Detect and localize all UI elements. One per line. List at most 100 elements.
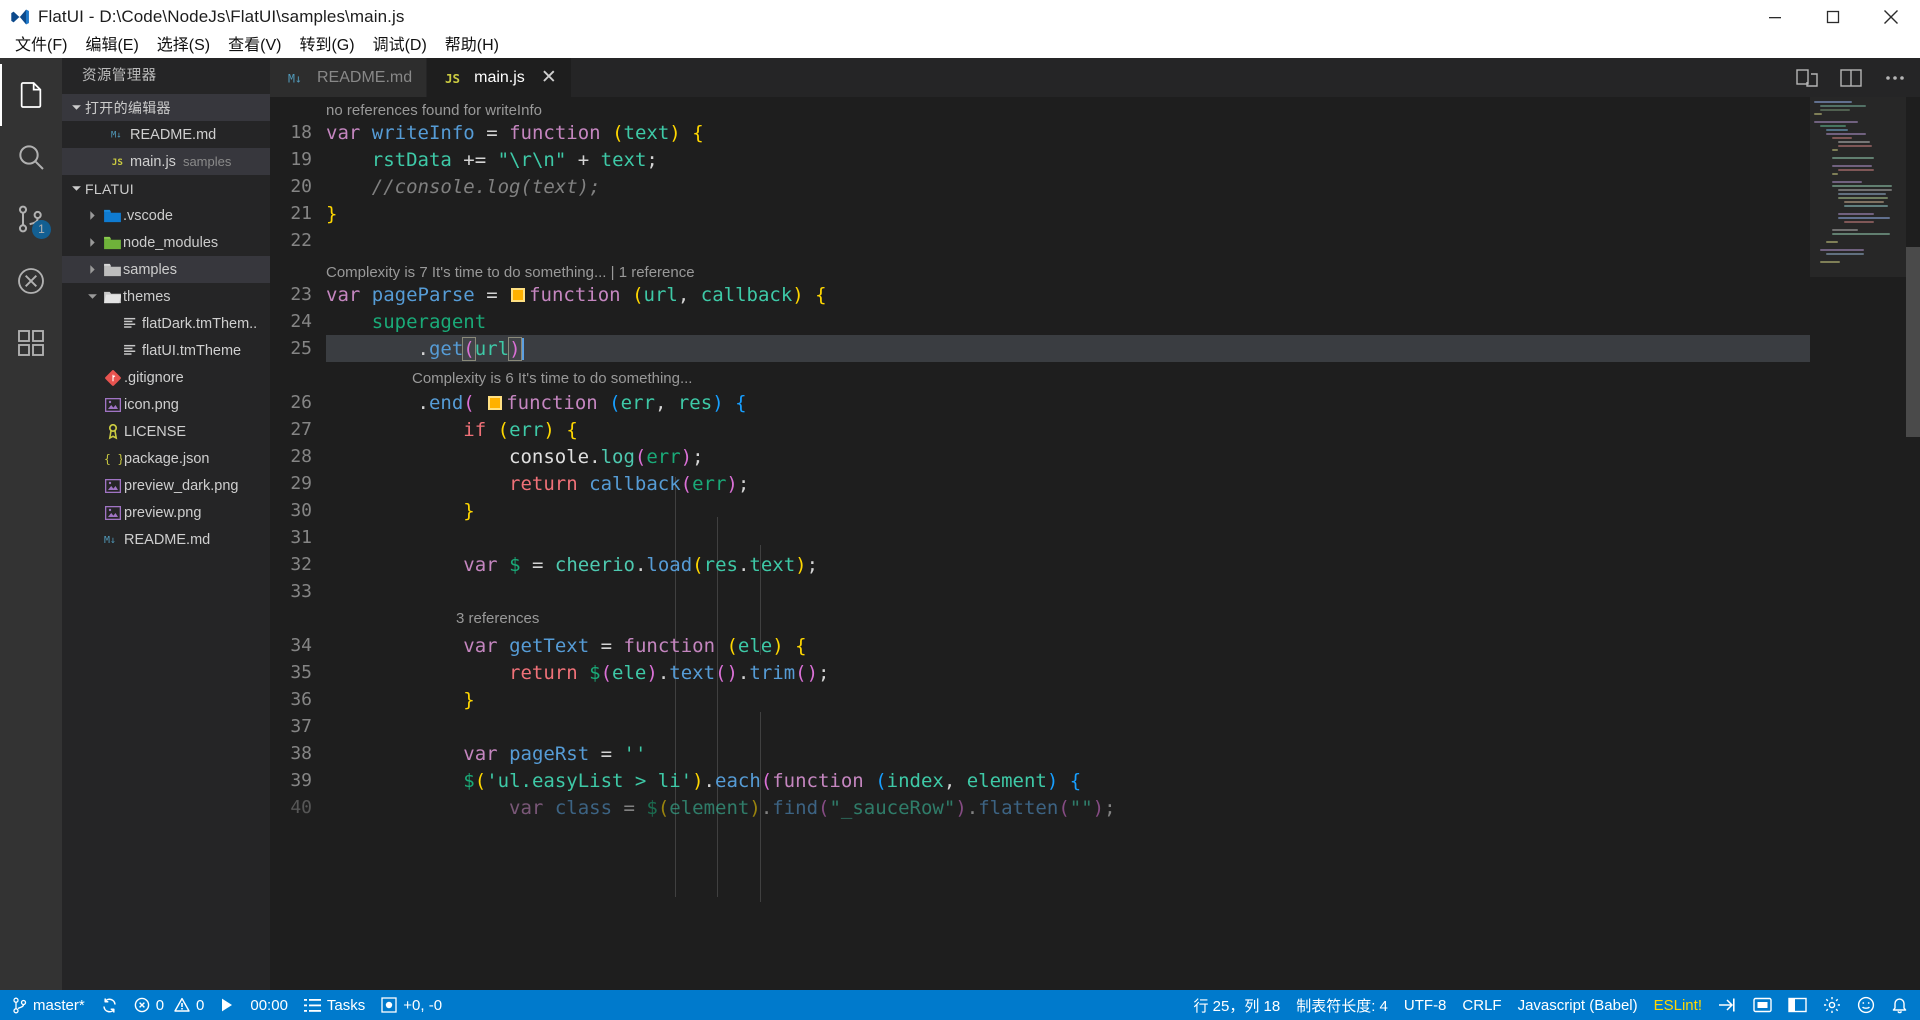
code-line-35: 35 return $(ele).text().trim(); bbox=[270, 659, 1920, 686]
tree-item-flatdark-theme[interactable]: flatDark.tmThem.. bbox=[62, 310, 270, 337]
open-editor-sublabel: samples bbox=[182, 154, 232, 169]
activity-source-control[interactable]: 1 bbox=[0, 188, 62, 250]
tree-item-flatui-theme[interactable]: flatUI.tmTheme bbox=[62, 337, 270, 364]
tab-readme-md[interactable]: M↓ README.md bbox=[270, 58, 428, 97]
status-send-icon[interactable] bbox=[1710, 990, 1745, 1020]
tab-main-js[interactable]: JS main.js ✕ bbox=[427, 58, 572, 97]
more-actions-icon[interactable] bbox=[1882, 65, 1908, 91]
line-content: $('ul.easyList > li').each(function (ind… bbox=[463, 769, 1082, 792]
editor-vertical-scrollbar[interactable] bbox=[1906, 97, 1920, 990]
tree-item-license[interactable]: LICENSE bbox=[62, 418, 270, 445]
window-title: FlatUI - D:\Code\NodeJs\FlatUI\samples\m… bbox=[38, 7, 405, 26]
minimap[interactable] bbox=[1810, 97, 1906, 990]
status-eslint[interactable]: ESLint! bbox=[1646, 990, 1710, 1020]
chevron-right-icon[interactable] bbox=[84, 261, 101, 278]
status-layout-icon[interactable] bbox=[1780, 990, 1815, 1020]
tree-item-label: .vscode bbox=[123, 207, 173, 224]
tree-item-icon-png[interactable]: icon.png bbox=[62, 391, 270, 418]
minimize-button[interactable] bbox=[1746, 0, 1804, 34]
folder-open-icon bbox=[101, 290, 123, 304]
menu-edit[interactable]: 编辑(E) bbox=[76, 34, 147, 58]
tree-item-themes[interactable]: themes bbox=[62, 283, 270, 310]
open-changes-icon[interactable] bbox=[1794, 65, 1820, 91]
line-number: 37 bbox=[290, 716, 312, 738]
tree-item-node-modules[interactable]: node_modules bbox=[62, 229, 270, 256]
menu-view[interactable]: 查看(V) bbox=[219, 34, 290, 58]
activity-extensions[interactable] bbox=[0, 312, 62, 374]
image-icon bbox=[102, 397, 124, 412]
chevron-right-icon[interactable] bbox=[84, 234, 101, 251]
tree-item-label: flatUI.tmTheme bbox=[142, 342, 242, 359]
open-editor-mainjs[interactable]: JS main.js samples bbox=[62, 148, 270, 175]
tree-item-gitignore[interactable]: .gitignore bbox=[62, 364, 270, 391]
tree-item-label: preview.png bbox=[124, 504, 202, 521]
codelens[interactable]: 3 references bbox=[270, 605, 1920, 632]
status-encoding[interactable]: UTF-8 bbox=[1396, 990, 1455, 1020]
play-icon bbox=[220, 997, 234, 1013]
activity-explorer[interactable] bbox=[0, 64, 62, 126]
line-number: 24 bbox=[290, 311, 312, 333]
js-icon: JS bbox=[445, 71, 465, 85]
tree-item-label: preview_dark.png bbox=[124, 477, 239, 494]
line-number: 32 bbox=[290, 554, 312, 576]
folder-grey-icon bbox=[101, 263, 123, 277]
license-icon bbox=[102, 423, 124, 440]
window-controls bbox=[1746, 0, 1920, 34]
line-number: 39 bbox=[290, 770, 312, 792]
tree-item-package-json[interactable]: { } package.json bbox=[62, 445, 270, 472]
error-icon bbox=[134, 997, 150, 1013]
status-cursor-position[interactable]: 行 25，列 18 bbox=[1186, 990, 1289, 1020]
activity-debug[interactable] bbox=[0, 250, 62, 312]
status-bell-icon[interactable] bbox=[1883, 990, 1916, 1020]
status-tasks[interactable]: Tasks bbox=[296, 990, 373, 1020]
status-problems[interactable]: 0 0 bbox=[126, 990, 213, 1020]
status-timer[interactable]: 00:00 bbox=[242, 990, 296, 1020]
git-icon bbox=[102, 369, 124, 386]
status-settings-icon[interactable] bbox=[1815, 990, 1849, 1020]
line-number: 19 bbox=[290, 149, 312, 171]
tree-item-preview-dark-png[interactable]: preview_dark.png bbox=[62, 472, 270, 499]
menu-file[interactable]: 文件(F) bbox=[6, 34, 76, 58]
line-number: 23 bbox=[290, 284, 312, 306]
status-indent[interactable]: 制表符长度: 4 bbox=[1288, 990, 1396, 1020]
close-icon[interactable]: ✕ bbox=[541, 68, 557, 87]
status-diff[interactable]: +0, -0 bbox=[373, 990, 450, 1020]
maximize-button[interactable] bbox=[1804, 0, 1862, 34]
svg-text:{ }: { } bbox=[104, 453, 122, 466]
split-editor-icon[interactable] bbox=[1838, 65, 1864, 91]
status-branch[interactable]: master* bbox=[4, 990, 93, 1020]
theme-file-icon bbox=[120, 344, 142, 357]
close-button[interactable] bbox=[1862, 0, 1920, 34]
menu-help[interactable]: 帮助(H) bbox=[436, 34, 508, 58]
chevron-right-icon[interactable] bbox=[84, 207, 101, 224]
svg-text:M↓: M↓ bbox=[104, 535, 116, 546]
code-line-30: 30 } bbox=[270, 497, 1920, 524]
status-sync[interactable] bbox=[93, 990, 126, 1020]
tree-item-readme[interactable]: M↓ README.md bbox=[62, 526, 270, 553]
menu-debug[interactable]: 调试(D) bbox=[364, 34, 436, 58]
tree-item-samples[interactable]: samples bbox=[62, 256, 270, 283]
editor-tabs: M↓ README.md JS main.js ✕ bbox=[270, 58, 1920, 97]
status-screencast-icon[interactable] bbox=[1745, 990, 1780, 1020]
menu-bar: 文件(F) 编辑(E) 选择(S) 查看(V) 转到(G) 调试(D) 帮助(H… bbox=[0, 34, 1920, 58]
menu-selection[interactable]: 选择(S) bbox=[148, 34, 219, 58]
status-language-mode[interactable]: Javascript (Babel) bbox=[1510, 990, 1646, 1020]
chevron-down-icon[interactable] bbox=[84, 288, 101, 305]
section-project-root[interactable]: FLATUI bbox=[62, 175, 270, 202]
tree-item-preview-png[interactable]: preview.png bbox=[62, 499, 270, 526]
activity-search[interactable] bbox=[0, 126, 62, 188]
status-feedback-icon[interactable] bbox=[1849, 990, 1883, 1020]
status-eol[interactable]: CRLF bbox=[1454, 990, 1509, 1020]
line-content: var pageRst = '' bbox=[463, 742, 647, 765]
status-run[interactable] bbox=[212, 990, 242, 1020]
menu-go[interactable]: 转到(G) bbox=[290, 34, 363, 58]
title-bar: FlatUI - D:\Code\NodeJs\FlatUI\samples\m… bbox=[0, 0, 1920, 34]
status-timer-label: 00:00 bbox=[250, 996, 288, 1014]
tree-item-vscode[interactable]: .vscode bbox=[62, 202, 270, 229]
codelens-text: Complexity is 6 It's time to do somethin… bbox=[412, 370, 693, 388]
open-editor-readme[interactable]: M↓ README.md bbox=[62, 121, 270, 148]
editor-actions bbox=[1794, 58, 1920, 97]
code-editor[interactable]: no references found for writeInfo 18 var… bbox=[270, 97, 1920, 990]
section-open-editors[interactable]: 打开的编辑器 bbox=[62, 94, 270, 121]
source-control-branch-icon bbox=[12, 997, 27, 1014]
